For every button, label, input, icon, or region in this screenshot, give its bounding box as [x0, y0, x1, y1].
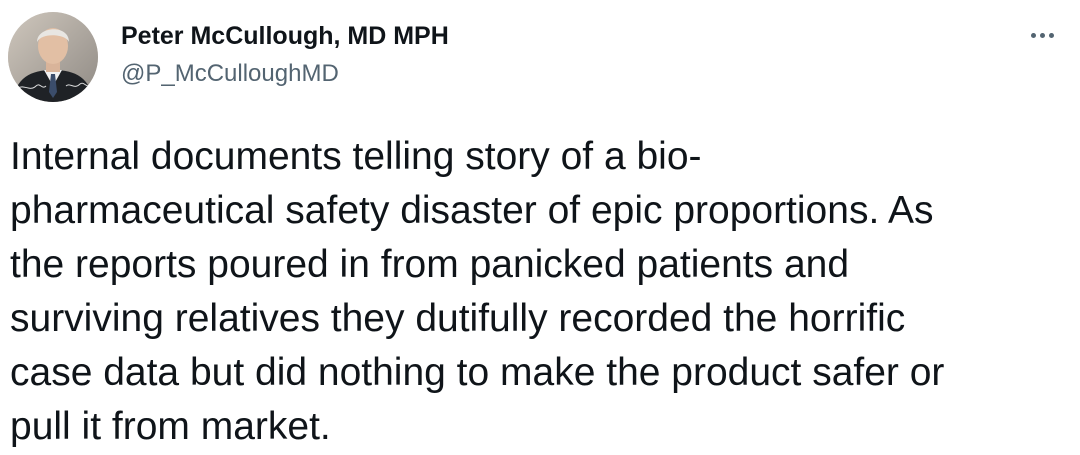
profile-photo	[8, 12, 98, 102]
more-horizontal-icon-dot	[1048, 32, 1054, 38]
author-handle[interactable]: @P_McCulloughMD	[121, 58, 339, 90]
more-horizontal-icon-dot	[1039, 32, 1045, 38]
more-horizontal-icon	[1030, 32, 1036, 38]
tweet-card: Peter McCullough, MD MPH @P_McCulloughMD…	[0, 0, 1080, 455]
author-name[interactable]: Peter McCullough, MD MPH	[121, 20, 449, 52]
avatar[interactable]	[8, 12, 98, 102]
more-options-button[interactable]	[1022, 22, 1062, 48]
tweet-text: Internal documents telling story of a bi…	[10, 135, 945, 448]
